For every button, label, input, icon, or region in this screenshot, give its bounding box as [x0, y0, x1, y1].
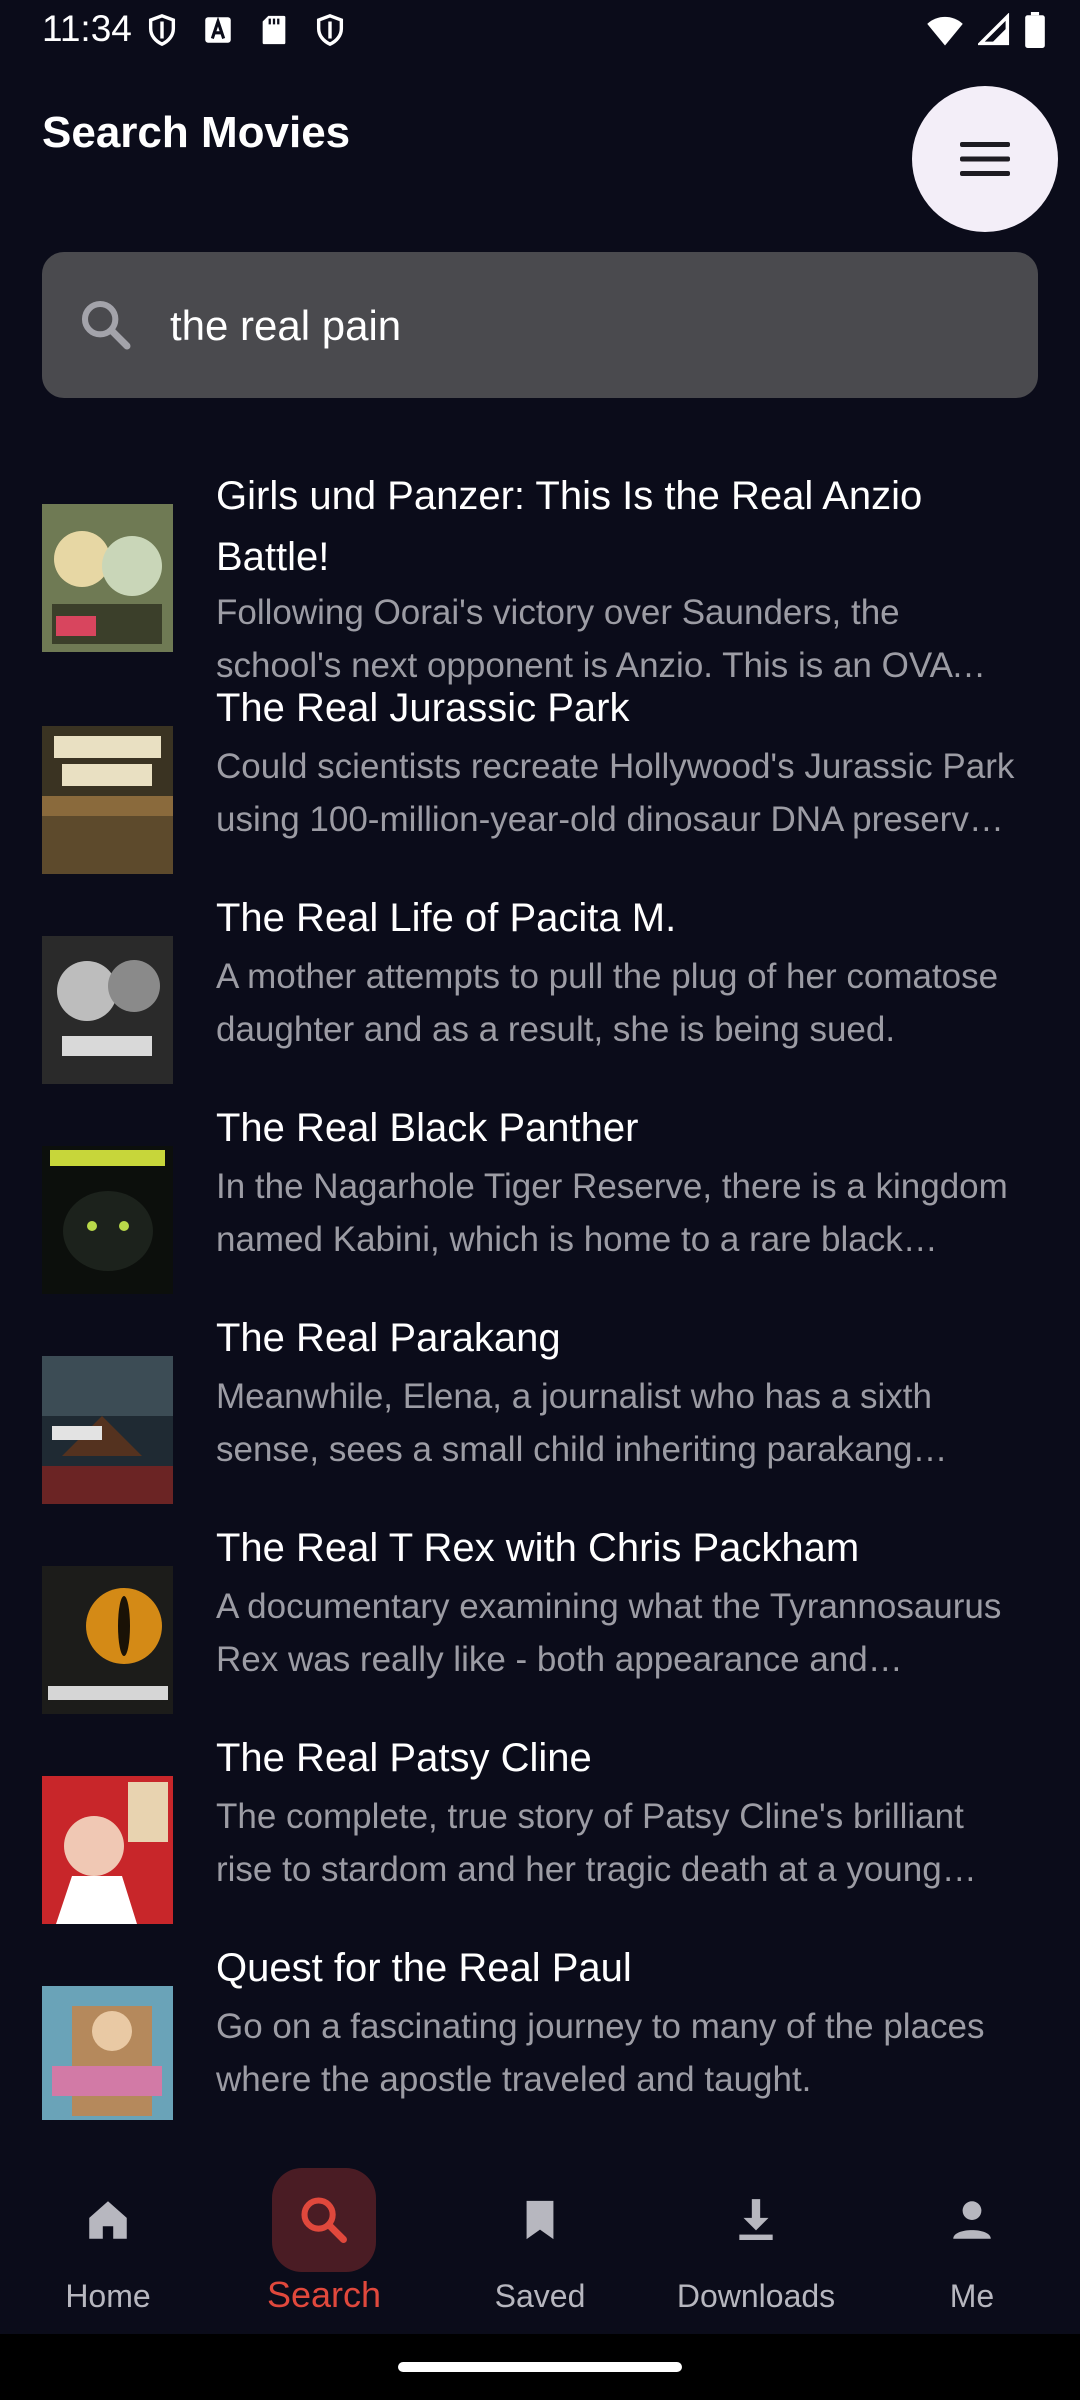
movie-description: Go on a fascinating journey to many of t… — [216, 2007, 985, 2099]
list-item[interactable]: The Real Black Panther In the Nagarhole … — [0, 1106, 1080, 1330]
movie-description: Following Oorai's victory over Saunders,… — [216, 593, 951, 685]
search-bar[interactable] — [42, 252, 1038, 400]
search-icon — [81, 300, 131, 350]
shield-icon — [148, 14, 176, 47]
movie-title: The Real Patsy Cline — [216, 1736, 592, 1780]
status-time: 11:34 — [42, 8, 132, 49]
list-item[interactable]: The Real Patsy Cline The complete, true … — [0, 1736, 1080, 1960]
nav-home-label: Home — [65, 2278, 151, 2314]
bookmark-icon — [526, 2200, 554, 2240]
nav-saved-label: Saved — [494, 2278, 586, 2314]
movie-title: The Real T Rex with Chris Packham — [216, 1526, 860, 1570]
status-right-icons — [926, 12, 1046, 48]
list-item[interactable]: Girls und Panzer: This Is the Real Anzio… — [0, 440, 1080, 685]
movie-title: Quest for the Real Paul — [216, 1946, 632, 1990]
status-left-icons — [145, 12, 347, 48]
home-icon — [89, 2201, 127, 2239]
battery-icon — [1025, 12, 1045, 48]
nav-me[interactable]: Me — [882, 2140, 1062, 2334]
nav-saved[interactable]: Saved — [450, 2140, 630, 2334]
movie-poster — [42, 1146, 173, 1294]
movie-description: In the Nagarhole Tiger Reserve, there is… — [216, 1167, 1008, 1259]
search-icon — [301, 2197, 347, 2243]
movie-description: A mother attempts to pull the plug of he… — [216, 957, 999, 1049]
movie-title: The Real Jurassic Park — [216, 686, 630, 730]
list-item[interactable]: The Real Jurassic Park Could scientists … — [0, 686, 1080, 910]
status-bar: 11:34 — [0, 0, 1080, 62]
movie-description: Could scientists recreate Hollywood's Ju… — [216, 747, 1015, 839]
nav-home[interactable]: Home — [18, 2140, 198, 2334]
nav-me-label: Me — [949, 2278, 995, 2314]
menu-button[interactable] — [912, 86, 1058, 232]
page-title: Search Movies — [42, 108, 351, 157]
shield-icon — [316, 14, 344, 47]
movie-poster — [42, 1566, 173, 1714]
movie-title: The Real Life of Pacita M. — [216, 896, 677, 940]
nav-downloads[interactable]: Downloads — [666, 2140, 846, 2334]
movie-poster — [42, 1356, 173, 1504]
results-list[interactable]: Girls und Panzer: This Is the Real Anzio… — [0, 440, 1080, 2140]
home-gesture-handle[interactable] — [398, 2362, 682, 2372]
download-icon — [739, 2199, 773, 2240]
movie-poster — [42, 1776, 173, 1924]
list-item[interactable]: The Real T Rex with Chris Packham A docu… — [0, 1526, 1080, 1750]
person-icon — [953, 2201, 991, 2239]
list-item[interactable]: The Real Parakang Meanwhile, Elena, a jo… — [0, 1316, 1080, 1540]
wifi-icon — [927, 16, 963, 46]
nav-downloads-label: Downloads — [676, 2278, 836, 2314]
hamburger-menu-icon — [960, 142, 1010, 176]
signal-icon — [978, 13, 1010, 46]
movie-title: The Real Parakang — [216, 1316, 561, 1360]
movie-description: Meanwhile, Elena, a journalist who has a… — [216, 1377, 932, 1469]
text-a-icon — [205, 16, 231, 43]
movie-title: Girls und Panzer: This Is the Real Anzio… — [216, 474, 923, 579]
movie-poster — [42, 1986, 173, 2120]
movie-description: A documentary examining what the Tyranno… — [216, 1587, 1002, 1679]
nav-search-label: Search — [266, 2274, 382, 2315]
bottom-navigation: Home Search Saved Downloads Me — [0, 2140, 1080, 2334]
movie-title: The Real Black Panther — [216, 1106, 639, 1150]
list-item[interactable]: Quest for the Real Paul Go on a fascinat… — [0, 1946, 1080, 2140]
movie-description: The complete, true story of Patsy Cline'… — [216, 1797, 964, 1889]
movie-poster — [42, 726, 173, 874]
movie-poster — [42, 504, 173, 652]
list-item[interactable]: The Real Life of Pacita M. A mother atte… — [0, 896, 1080, 1120]
movie-poster — [42, 936, 173, 1084]
sd-card-icon — [262, 15, 286, 45]
search-input[interactable] — [168, 252, 1012, 400]
nav-search[interactable]: Search — [234, 2140, 414, 2334]
gesture-bar-area — [0, 2334, 1080, 2400]
